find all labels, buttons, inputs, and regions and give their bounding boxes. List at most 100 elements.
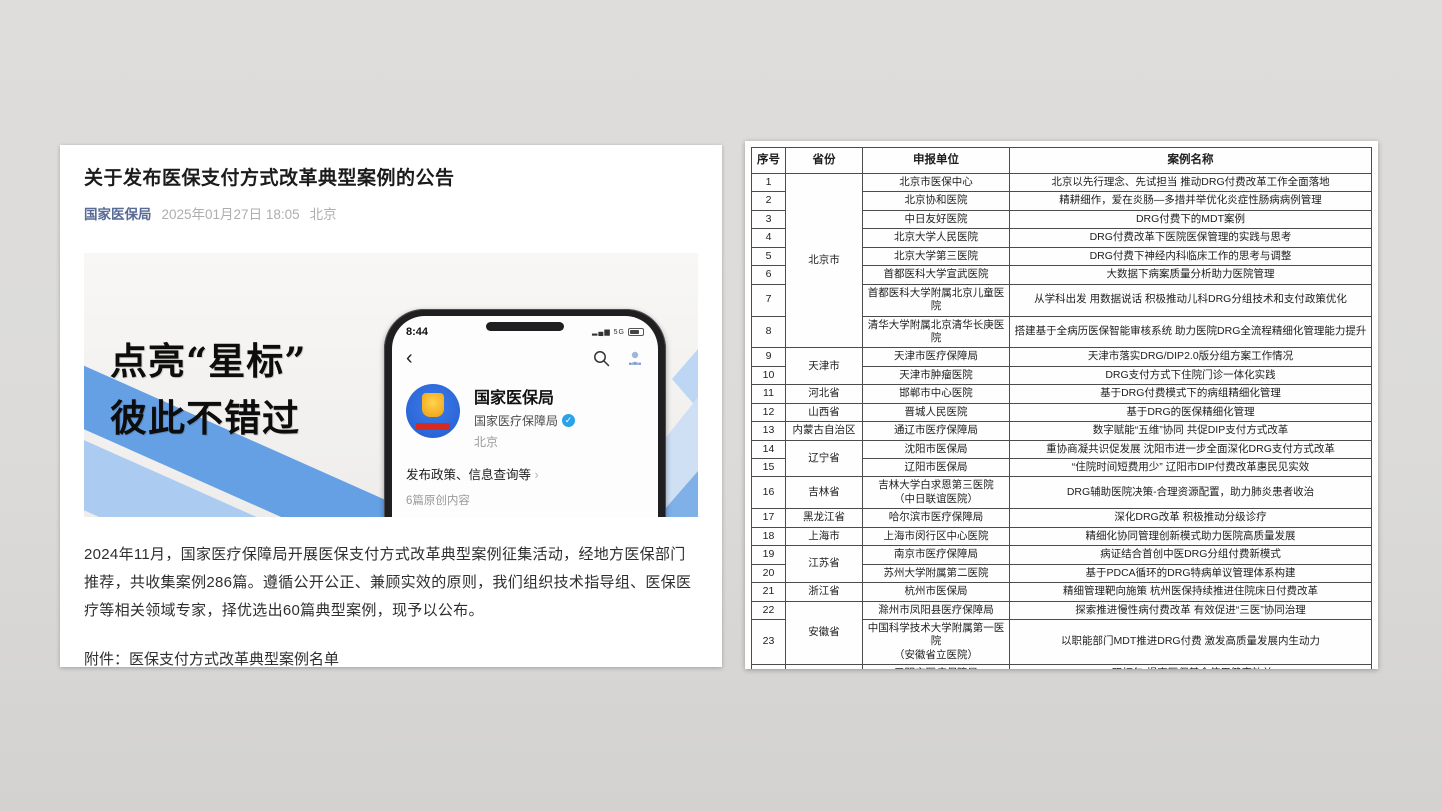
province-cell: 河北省 — [786, 385, 863, 403]
case-cell: 以职能部门MDT推进DRG付费 激发高质量发展内生动力 — [1010, 619, 1372, 664]
account-profile: 国家医保局 国家医疗保障局 ✓ 北京 — [406, 384, 644, 450]
promo-slogan: 点亮“星标” 彼此不错过 — [110, 333, 307, 448]
province-cell: 江苏省 — [786, 546, 863, 583]
header-no: 序号 — [752, 148, 786, 174]
case-cell: 北京以先行理念、先试担当 推动DRG付费改革工作全面落地 — [1010, 174, 1372, 192]
phone-notch — [486, 322, 564, 331]
case-cell: DRG付费下的MDT案例 — [1010, 210, 1372, 228]
unit-cell: 三明市医疗保障局 — [863, 665, 1010, 669]
unit-cell: 吉林大学白求恩第三医院 （中日联谊医院） — [863, 477, 1010, 509]
unit-cell: 首都医科大学宣武医院 — [863, 266, 1010, 284]
table-row: 1北京市北京市医保中心北京以先行理念、先试担当 推动DRG付费改革工作全面落地 — [752, 174, 1372, 192]
table-row: 19江苏省南京市医疗保障局病证结合首创中医DRG分组付费新模式 — [752, 546, 1372, 564]
province-cell: 福建省 — [786, 665, 863, 669]
search-icon[interactable] — [593, 350, 610, 367]
province-cell: 辽宁省 — [786, 440, 863, 477]
case-cell: 重协商凝共识促发展 沈阳市进一步全面深化DRG支付方式改革 — [1010, 440, 1372, 458]
no-cell: 5 — [752, 247, 786, 265]
case-cell: 病证结合首创中医DRG分组付费新模式 — [1010, 546, 1372, 564]
table-row: 16吉林省吉林大学白求恩第三医院 （中日联谊医院）DRG辅助医院决策-合理资源配… — [752, 477, 1372, 509]
no-cell: 18 — [752, 527, 786, 545]
avatar[interactable] — [406, 384, 460, 438]
unit-cell: 天津市医疗保障局 — [863, 348, 1010, 366]
case-cell: 数字赋能“五维”协同 共促DIP支付方式改革 — [1010, 422, 1372, 440]
unit-cell: 通辽市医疗保障局 — [863, 422, 1010, 440]
no-cell: 20 — [752, 564, 786, 582]
video-account-link[interactable]: 视频号：国家医保局 — [406, 515, 644, 517]
status-time: 8:44 — [406, 326, 428, 338]
case-cell: 基于DRG付费模式下的病组精细化管理 — [1010, 385, 1372, 403]
unit-cell: 中日友好医院 — [863, 210, 1010, 228]
case-table: 序号 省份 申报单位 案例名称 1北京市北京市医保中心北京以先行理念、先试担当 … — [751, 147, 1372, 669]
account-subtitle: 国家医疗保障局 — [474, 412, 558, 429]
page-title: 关于发布医保支付方式改革典型案例的公告 — [84, 163, 698, 190]
province-cell: 天津市 — [786, 348, 863, 385]
unit-cell: 北京大学人民医院 — [863, 229, 1010, 247]
phone-navbar: ‹ — [406, 348, 644, 368]
attachment-line[interactable]: 附件：医保支付方式改革典型案例名单 — [84, 648, 698, 667]
no-cell: 12 — [752, 403, 786, 421]
chevron-right-icon: › — [535, 468, 539, 482]
article-meta: 国家医保局 2025年01月27日 18:05 北京 — [84, 203, 698, 223]
table-row: 12山西省晋城人民医院基于DRG的医保精细化管理 — [752, 403, 1372, 421]
account-name: 国家医保局 — [474, 384, 575, 408]
unit-cell: 清华大学附属北京清华长庚医院 — [863, 316, 1010, 348]
avatar-ribbon — [416, 423, 450, 430]
table-row: 14辽宁省沈阳市医保局重协商凝共识促发展 沈阳市进一步全面深化DRG支付方式改革 — [752, 440, 1372, 458]
unit-cell: 北京协和医院 — [863, 192, 1010, 210]
no-cell: 13 — [752, 422, 786, 440]
slogan-line-2: 彼此不错过 — [110, 390, 307, 447]
province-cell: 上海市 — [786, 527, 863, 545]
table-header-row: 序号 省份 申报单位 案例名称 — [752, 148, 1372, 174]
case-cell: 天津市落实DRG/DIP2.0版分组方案工作情况 — [1010, 348, 1372, 366]
account-link[interactable]: 国家医保局 — [84, 203, 152, 223]
case-cell: 精细化协同管理创新模式助力医院高质量发展 — [1010, 527, 1372, 545]
promo-image[interactable]: 点亮“星标” 彼此不错过 8:44 ▂▄▆ 5G ‹ — [84, 253, 698, 517]
profile-icon[interactable] — [626, 350, 644, 367]
table-row: 18上海市上海市闵行区中心医院精细化协同管理创新模式助力医院高质量发展 — [752, 527, 1372, 545]
unit-cell: 苏州大学附属第二医院 — [863, 564, 1010, 582]
case-cell: DRG付费下神经内科临床工作的思考与调整 — [1010, 247, 1372, 265]
account-location: 北京 — [474, 433, 575, 450]
no-cell: 6 — [752, 266, 786, 284]
no-cell: 3 — [752, 210, 786, 228]
no-cell: 19 — [752, 546, 786, 564]
province-cell: 山西省 — [786, 403, 863, 421]
table-row: 17黑龙江省哈尔滨市医疗保障局深化DRG改革 积极推动分级诊疗 — [752, 509, 1372, 527]
province-cell: 黑龙江省 — [786, 509, 863, 527]
header-case: 案例名称 — [1010, 148, 1372, 174]
original-content-count: 6篇原创内容 — [406, 492, 644, 508]
table-row: 9天津市天津市医疗保障局天津市落实DRG/DIP2.0版分组方案工作情况 — [752, 348, 1372, 366]
unit-cell: 上海市闵行区中心医院 — [863, 527, 1010, 545]
no-cell: 21 — [752, 583, 786, 601]
case-cell: 搭建基于全病历医保智能审核系统 助力医院DRG全流程精细化管理能力提升 — [1010, 316, 1372, 348]
table-row: 13内蒙古自治区通辽市医疗保障局数字赋能“五维”协同 共促DIP支付方式改革 — [752, 422, 1372, 440]
case-cell: DRG付费改革下医院医保管理的实践与思考 — [1010, 229, 1372, 247]
account-description[interactable]: 发布政策、信息查询等 › — [406, 464, 644, 483]
province-cell: 浙江省 — [786, 583, 863, 601]
unit-cell: 北京大学第三医院 — [863, 247, 1010, 265]
case-cell: 深化DRG改革 积极推动分级诊疗 — [1010, 509, 1372, 527]
province-cell: 内蒙古自治区 — [786, 422, 863, 440]
table-row: 21浙江省杭州市医保局精细管理靶向施策 杭州医保持续推进住院床日付费改革 — [752, 583, 1372, 601]
table-row: 11河北省邯郸市中心医院基于DRG付费模式下的病组精细化管理 — [752, 385, 1372, 403]
no-cell: 1 — [752, 174, 786, 192]
unit-cell: 晋城人民医院 — [863, 403, 1010, 421]
province-cell: 北京市 — [786, 174, 863, 348]
national-emblem-icon — [422, 393, 444, 417]
case-cell: “住院时间短费用少” 辽阳市DIP付费改革惠民见实效 — [1010, 459, 1372, 477]
case-cell: DRG支付方式下住院门诊一体化实践 — [1010, 366, 1372, 384]
case-cell: 大数据下病案质量分析助力医院管理 — [1010, 266, 1372, 284]
unit-cell: 辽阳市医保局 — [863, 459, 1010, 477]
signal-icon: ▂▄▆ 5G — [592, 328, 625, 336]
unit-cell: 天津市肿瘤医院 — [863, 366, 1010, 384]
province-cell: 吉林省 — [786, 477, 863, 509]
no-cell: 8 — [752, 316, 786, 348]
publish-date: 2025年01月27日 18:05 — [162, 203, 300, 223]
unit-cell: 哈尔滨市医疗保障局 — [863, 509, 1010, 527]
case-cell: DRG辅助医院决策-合理资源配置，助力肺炎患者收治 — [1010, 477, 1372, 509]
verified-badge-icon: ✓ — [562, 414, 575, 427]
unit-cell: 中国科学技术大学附属第一医院 （安徽省立医院） — [863, 619, 1010, 664]
back-icon[interactable]: ‹ — [406, 348, 413, 368]
no-cell: 17 — [752, 509, 786, 527]
